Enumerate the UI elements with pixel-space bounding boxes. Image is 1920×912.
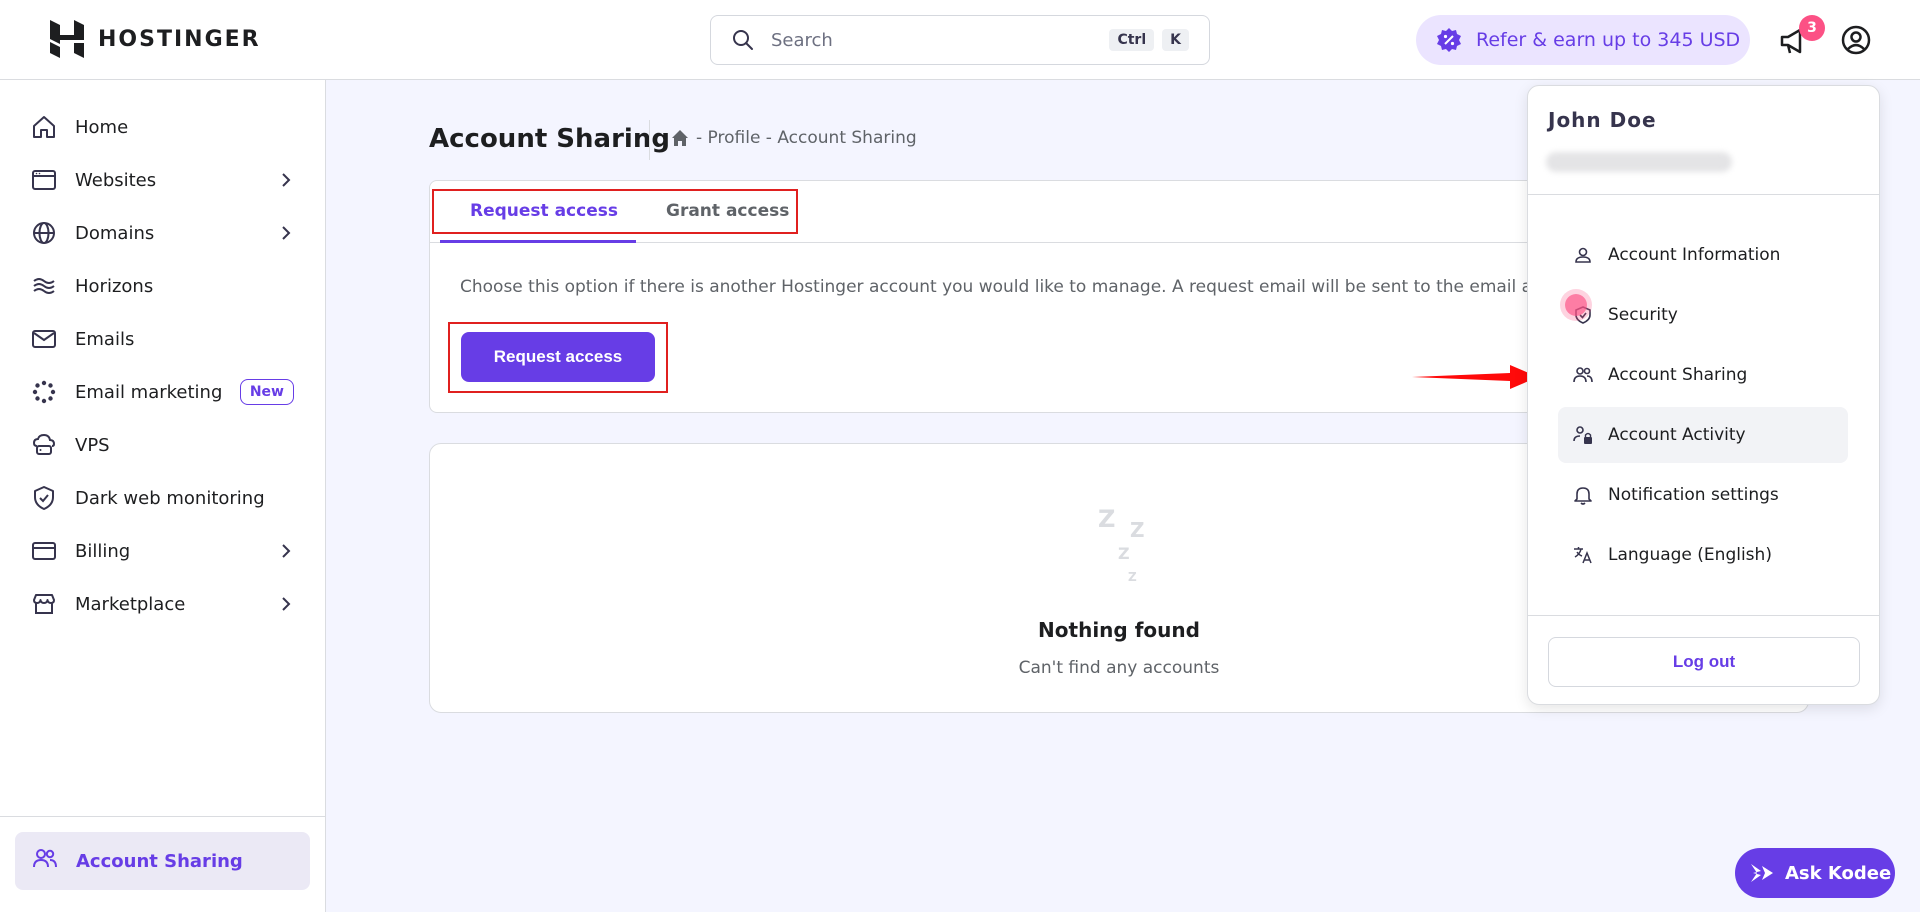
blurred-email: [1546, 152, 1732, 172]
title-divider: [649, 120, 650, 160]
sidebar-item-home[interactable]: Home: [30, 105, 296, 149]
sidebar-item-email-marketing[interactable]: Email marketing New: [30, 370, 296, 414]
menu-item-language[interactable]: Language (English): [1558, 527, 1848, 583]
shortcut-k: K: [1162, 29, 1189, 51]
sidebar-item-websites[interactable]: Websites: [30, 158, 296, 202]
horizons-waves-icon: [30, 272, 58, 300]
svg-text:Z: Z: [1098, 505, 1115, 533]
email-marketing-dots-icon: [30, 378, 58, 406]
new-badge: New: [239, 379, 294, 405]
storefront-icon: [30, 590, 58, 618]
sidebar: Home Websites Domains Horizons Emails Em…: [0, 80, 326, 912]
menu-item-label: Language (English): [1608, 545, 1772, 565]
svg-text:Z: Z: [1118, 544, 1130, 563]
sidebar-item-domains[interactable]: Domains: [30, 211, 296, 255]
shortcut-ctrl: Ctrl: [1109, 29, 1155, 51]
refer-label: Refer & earn up to 345 USD: [1476, 29, 1741, 51]
discount-badge-icon: [1437, 28, 1461, 52]
brand-name: HOSTINGER: [98, 26, 261, 52]
sidebar-item-account-sharing[interactable]: Account Sharing: [15, 832, 310, 890]
sidebar-item-label: Email marketing: [75, 381, 223, 403]
ask-kodee-label: Ask Kodee: [1785, 862, 1892, 884]
sidebar-item-label: Emails: [75, 328, 135, 350]
sleeping-zzz-icon: Z Z Z Z: [1098, 505, 1145, 584]
dropdown-divider: [1528, 194, 1879, 195]
menu-item-label: Account Information: [1608, 245, 1781, 265]
sidebar-item-label: Account Sharing: [76, 850, 243, 872]
red-arrow-annotation: [1412, 365, 1538, 389]
menu-item-label: Notification settings: [1608, 485, 1779, 505]
sidebar-item-label: Horizons: [75, 275, 154, 297]
users-icon: [31, 845, 59, 877]
button-highlight-box: [448, 322, 668, 393]
translate-icon: [1572, 544, 1594, 566]
credit-card-icon: [30, 537, 58, 565]
search-input[interactable]: Search: [771, 30, 1101, 51]
chevron-right-icon: [282, 544, 291, 558]
hostinger-logo[interactable]: HOSTINGER: [50, 20, 261, 58]
request-description: Choose this option if there is another H…: [460, 277, 1594, 297]
sidebar-item-billing[interactable]: Billing: [30, 529, 296, 573]
users-icon: [1572, 364, 1594, 386]
top-bar: HOSTINGER Search Ctrl K Refer & earn up …: [0, 0, 1920, 80]
menu-item-account-activity[interactable]: Account Activity: [1558, 407, 1848, 463]
svg-text:Z: Z: [1128, 570, 1137, 584]
user-name: John Doe: [1548, 108, 1657, 132]
account-dropdown-menu: John Doe Account Information Security Ac…: [1527, 85, 1880, 705]
sidebar-item-label: Dark web monitoring: [75, 487, 265, 509]
sidebar-item-vps[interactable]: VPS: [30, 423, 296, 467]
hostinger-logo-icon: [50, 20, 84, 58]
refer-earn-button[interactable]: Refer & earn up to 345 USD: [1416, 15, 1750, 65]
kodee-assistant-icon: [1751, 864, 1773, 882]
user-account-icon[interactable]: [1840, 24, 1872, 56]
page-title: Account Sharing: [429, 124, 670, 154]
cursor-click-indicator: [1565, 294, 1587, 316]
menu-item-account-sharing[interactable]: Account Sharing: [1558, 347, 1848, 403]
sidebar-item-label: Domains: [75, 222, 155, 244]
tabs-highlight-box: [432, 189, 798, 234]
chevron-right-icon: [282, 226, 291, 240]
breadcrumb-path[interactable]: - Profile - Account Sharing: [696, 128, 917, 148]
sidebar-item-emails[interactable]: Emails: [30, 317, 296, 361]
sidebar-item-label: Websites: [75, 169, 157, 191]
sidebar-item-marketplace[interactable]: Marketplace: [30, 582, 296, 626]
logout-button[interactable]: Log out: [1548, 637, 1860, 687]
menu-item-label: Account Activity: [1608, 425, 1746, 445]
sidebar-item-label: Marketplace: [75, 593, 186, 615]
svg-text:Z: Z: [1130, 518, 1145, 542]
home-icon: [30, 113, 58, 141]
sidebar-item-label: Home: [75, 116, 129, 138]
sidebar-item-label: VPS: [75, 434, 110, 456]
sidebar-item-label: Billing: [75, 540, 131, 562]
sidebar-item-horizons[interactable]: Horizons: [30, 264, 296, 308]
sidebar-item-dark-web-monitoring[interactable]: Dark web monitoring: [30, 476, 296, 520]
menu-item-label: Security: [1608, 305, 1678, 325]
search-bar[interactable]: Search Ctrl K: [710, 15, 1210, 65]
cloud-server-icon: [30, 431, 58, 459]
chevron-right-icon: [282, 173, 291, 187]
menu-item-security[interactable]: Security: [1558, 287, 1848, 343]
chevron-right-icon: [282, 597, 291, 611]
sidebar-divider: [0, 816, 326, 817]
envelope-icon: [30, 325, 58, 353]
browser-window-icon: [30, 166, 58, 194]
bell-icon: [1572, 484, 1594, 506]
search-icon: [733, 30, 753, 50]
person-lock-icon: [1572, 424, 1594, 446]
breadcrumb: - Profile - Account Sharing: [670, 128, 917, 148]
dropdown-divider: [1528, 615, 1879, 616]
ask-kodee-button[interactable]: Ask Kodee: [1735, 848, 1895, 898]
menu-item-account-information[interactable]: Account Information: [1558, 227, 1848, 283]
notification-badge: 3: [1799, 15, 1825, 41]
menu-item-label: Account Sharing: [1608, 365, 1748, 385]
active-tab-indicator: [440, 240, 636, 243]
globe-icon: [30, 219, 58, 247]
home-icon[interactable]: [670, 128, 690, 148]
shield-check-icon: [30, 484, 58, 512]
menu-item-notification-settings[interactable]: Notification settings: [1558, 467, 1848, 523]
person-icon: [1572, 244, 1594, 266]
